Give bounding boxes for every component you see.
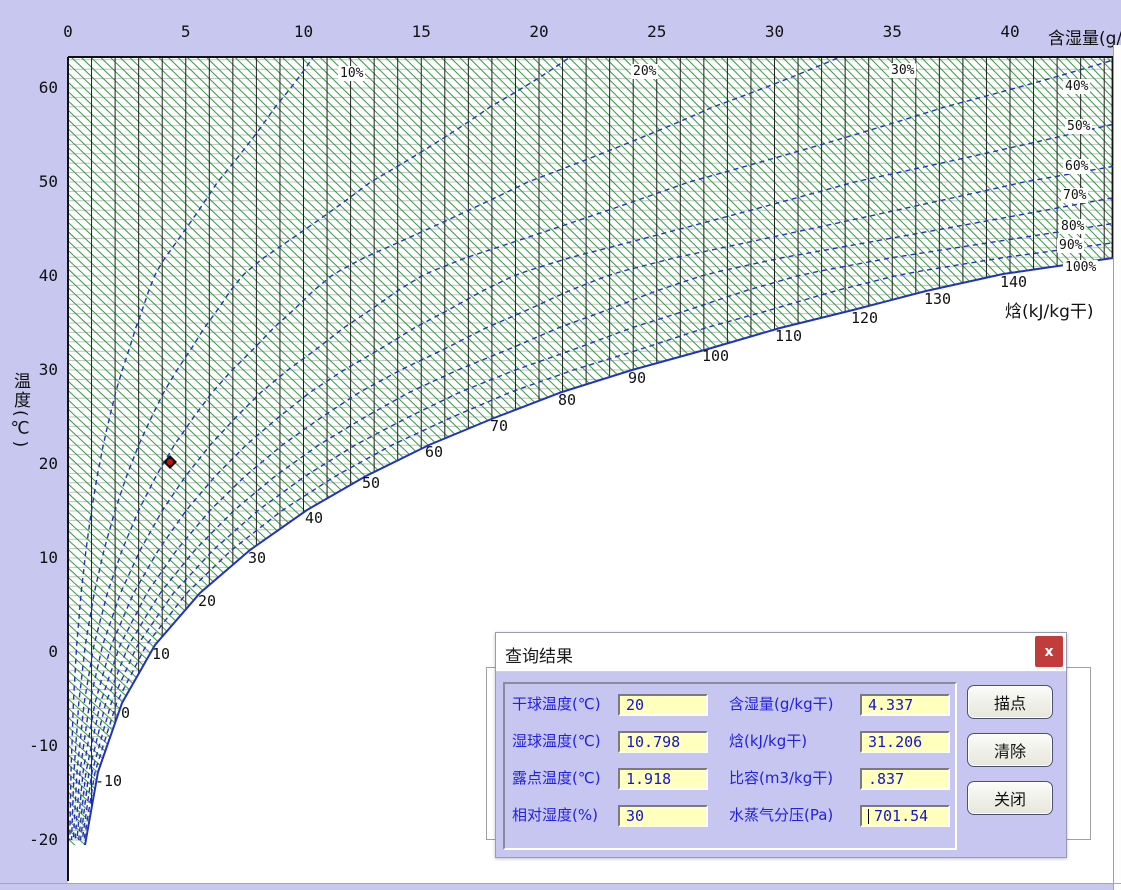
rh-label-10pct: 10% xyxy=(338,66,365,81)
field-value-right-2: .837 xyxy=(868,770,904,788)
field-input-right-1[interactable]: 31.206 xyxy=(860,731,950,753)
field-input-left-1[interactable]: 10.798 xyxy=(618,731,708,753)
clear-button[interactable]: 清除 xyxy=(967,733,1053,767)
y-tick-20: 20 xyxy=(8,454,58,473)
y-tick-50: 50 xyxy=(8,172,58,191)
enthalpy-axis-title: 焓(kJ/kg干) xyxy=(1005,297,1094,322)
field-label-right-1: 焓(kJ/kg干) xyxy=(729,730,807,752)
enthalpy-label-20: 20 xyxy=(198,592,216,610)
field-value-right-0: 4.337 xyxy=(868,696,913,714)
x-tick-5: 5 xyxy=(164,22,208,41)
field-input-left-0[interactable]: 20 xyxy=(618,694,708,716)
field-label-right-3: 水蒸气分压(Pa) xyxy=(729,804,833,826)
enthalpy-label-110: 110 xyxy=(775,327,802,345)
field-label-right-2: 比容(m3/kg干) xyxy=(729,767,833,789)
enthalpy-label-40: 40 xyxy=(305,509,323,527)
field-label-right-0: 含湿量(g/kg干) xyxy=(729,693,834,715)
enthalpy-label-140: 140 xyxy=(1000,273,1027,291)
field-value-left-3: 30 xyxy=(626,807,644,825)
field-input-left-3[interactable]: 30 xyxy=(618,805,708,827)
x-tick-35: 35 xyxy=(870,22,914,41)
rh-label-50pct: 50% xyxy=(1065,119,1092,134)
field-value-left-0: 20 xyxy=(626,696,644,714)
field-input-right-2[interactable]: .837 xyxy=(860,768,950,790)
enthalpy-label-0: 0 xyxy=(121,704,130,722)
field-value-left-1: 10.798 xyxy=(626,733,680,751)
rh-label-80pct: 80% xyxy=(1059,219,1086,234)
dialog-titlebar[interactable]: 查询结果 x xyxy=(496,633,1066,672)
y-tick-10: 10 xyxy=(8,548,58,567)
rh-label-60pct: 60% xyxy=(1063,159,1090,174)
enthalpy-label-10: 10 xyxy=(152,645,170,663)
dialog-title: 查询结果 xyxy=(505,642,573,667)
field-input-right-0[interactable]: 4.337 xyxy=(860,694,950,716)
field-value-left-2: 1.918 xyxy=(626,770,671,788)
rh-label-100pct: 100% xyxy=(1063,260,1098,275)
rh-label-40pct: 40% xyxy=(1063,79,1090,94)
x-tick-25: 25 xyxy=(635,22,679,41)
x-tick-40: 40 xyxy=(988,22,1032,41)
field-input-left-2[interactable]: 1.918 xyxy=(618,768,708,790)
field-input-right-3[interactable]: 701.54 xyxy=(860,805,950,827)
x-tick-30: 30 xyxy=(753,22,797,41)
x-axis-title: 含湿量(g/kg干) xyxy=(1048,24,1121,49)
y-tick-40: 40 xyxy=(8,266,58,285)
background-window-right-edge xyxy=(1113,45,1121,890)
enthalpy-label-130: 130 xyxy=(924,290,951,308)
rh-label-90pct: 90% xyxy=(1057,238,1084,253)
plot-point-button[interactable]: 描点 xyxy=(967,685,1053,719)
x-tick-10: 10 xyxy=(282,22,326,41)
enthalpy-label-30: 30 xyxy=(248,549,266,567)
app-window: { "window": { "background": "#c7c7ef" },… xyxy=(0,0,1121,890)
query-result-dialog: 查询结果 x 干球温度(℃) 20 湿球温度(℃) 10.798 露点温度(℃) 1.91… xyxy=(495,632,1067,858)
field-label-left-2: 露点温度(℃) xyxy=(512,767,601,789)
y-tick--10: -10 xyxy=(8,736,58,755)
rh-label-70pct: 70% xyxy=(1061,188,1088,203)
field-value-right-3: 701.54 xyxy=(874,807,928,825)
close-icon[interactable]: x xyxy=(1035,636,1063,667)
field-label-left-3: 相对湿度(%) xyxy=(512,804,598,826)
y-axis-title: 温度(℃) xyxy=(8,372,33,449)
y-tick-60: 60 xyxy=(8,78,58,97)
x-tick-20: 20 xyxy=(517,22,561,41)
enthalpy-label-90: 90 xyxy=(628,369,646,387)
enthalpy-label--10: -10 xyxy=(95,772,122,790)
x-tick-0: 0 xyxy=(46,22,90,41)
enthalpy-label-50: 50 xyxy=(362,474,380,492)
y-tick--20: -20 xyxy=(8,830,58,849)
enthalpy-label-80: 80 xyxy=(558,391,576,409)
enthalpy-label-70: 70 xyxy=(490,417,508,435)
y-tick-30: 30 xyxy=(8,360,58,379)
rh-label-20pct: 20% xyxy=(631,64,658,79)
text-cursor xyxy=(868,809,869,824)
y-tick-0: 0 xyxy=(8,642,58,661)
state-point-marker-center xyxy=(167,459,173,465)
x-tick-15: 15 xyxy=(399,22,443,41)
enthalpy-label-120: 120 xyxy=(851,309,878,327)
window-bottom-border xyxy=(0,883,1121,884)
enthalpy-label-100: 100 xyxy=(702,347,729,365)
close-button[interactable]: 关闭 xyxy=(967,781,1053,815)
rh-label-30pct: 30% xyxy=(889,63,916,78)
field-label-left-0: 干球温度(℃) xyxy=(512,693,601,715)
field-value-right-1: 31.206 xyxy=(868,733,922,751)
field-label-left-1: 湿球温度(℃) xyxy=(512,730,601,752)
enthalpy-label-60: 60 xyxy=(425,443,443,461)
